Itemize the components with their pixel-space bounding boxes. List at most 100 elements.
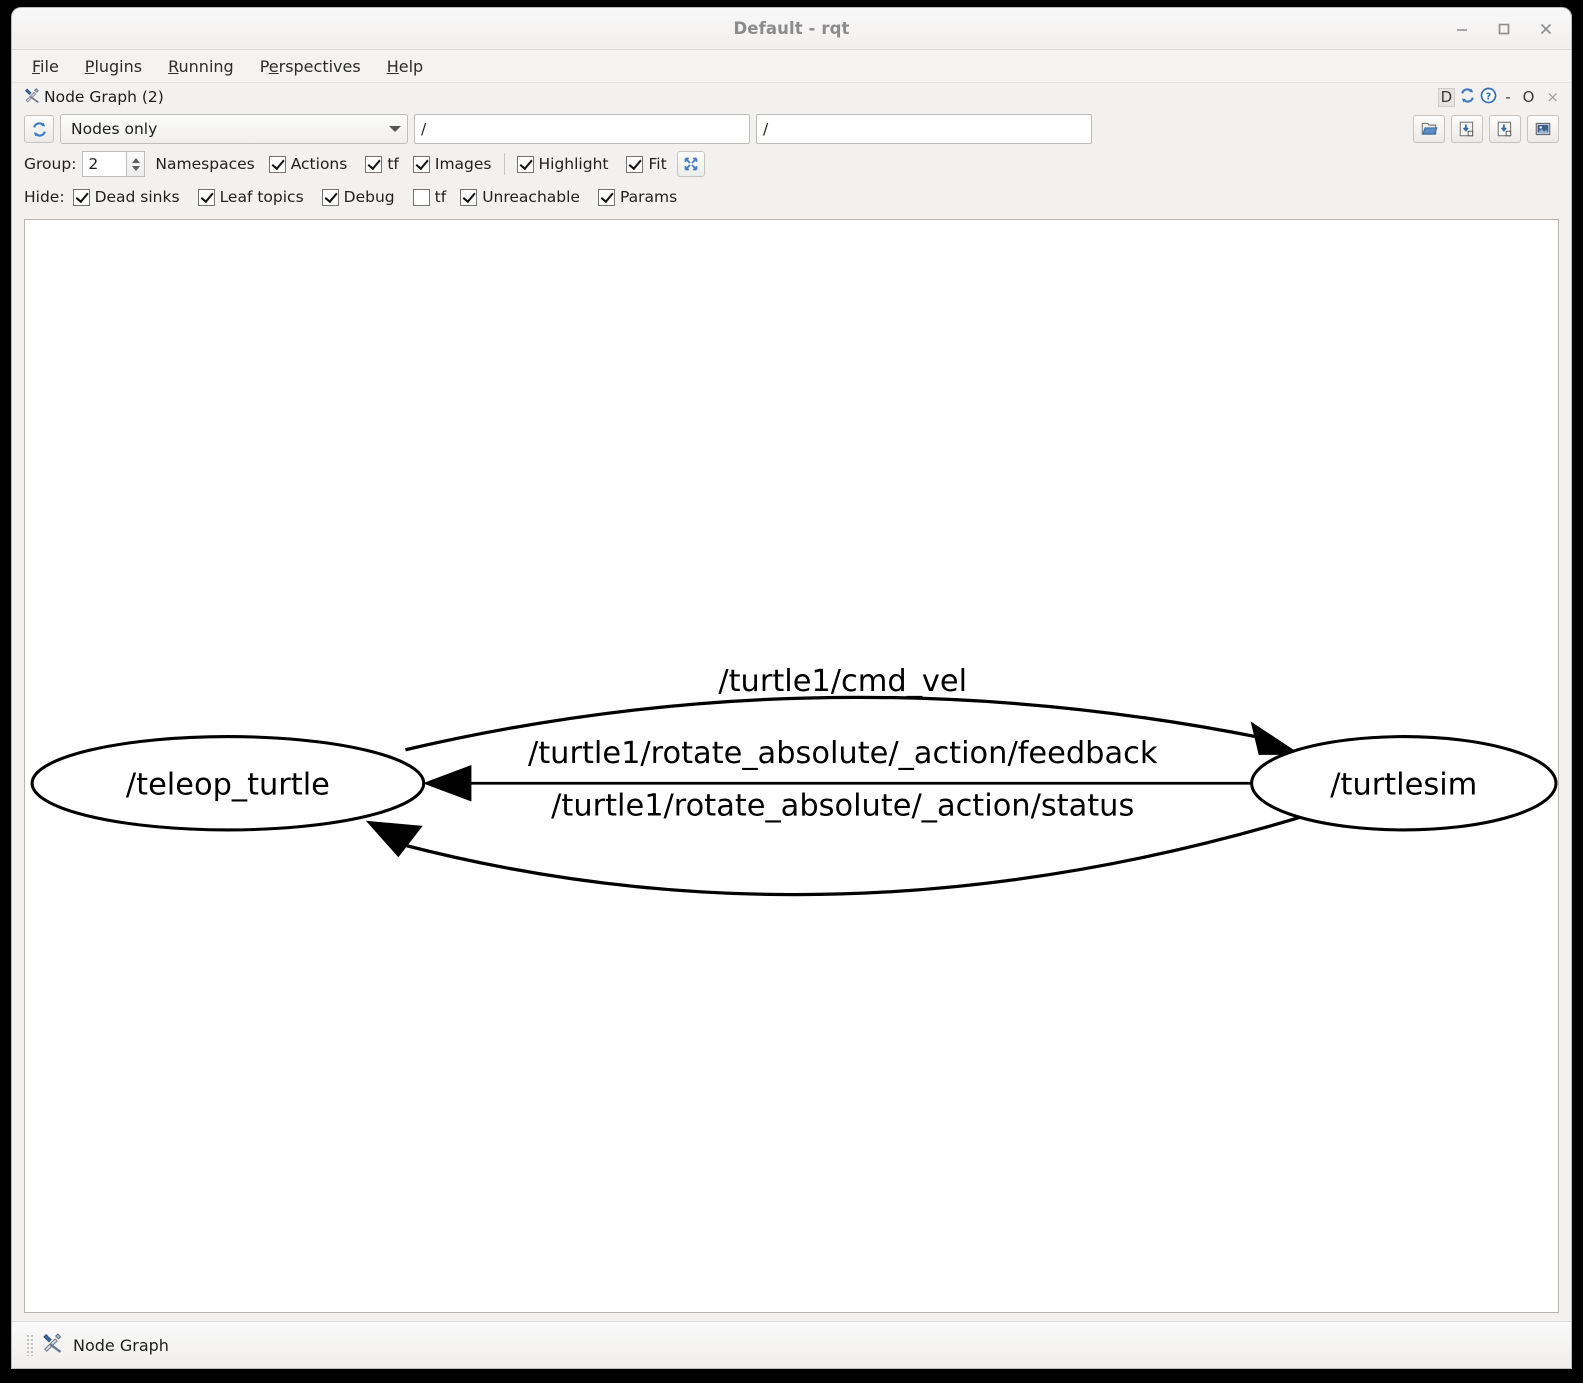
close-button[interactable] <box>1535 18 1557 40</box>
statusbar-text: Node Graph <box>73 1335 169 1355</box>
hide-tf-label: tf <box>434 188 447 206</box>
dock-title: Node Graph (2) <box>44 88 164 106</box>
spinner-down-icon[interactable] <box>131 165 140 171</box>
tf-checkbox[interactable]: tf <box>365 155 399 173</box>
menu-running-rest: unning <box>178 56 234 76</box>
edge-status-arrowhead <box>365 820 423 858</box>
namespace-filter-input[interactable]: / <box>414 114 750 144</box>
menu-help-rest: elp <box>398 56 424 76</box>
group-label: Group: <box>24 155 77 173</box>
fit-checkbox-label: Fit <box>648 155 667 173</box>
toolbar-separator <box>503 153 505 175</box>
hide-leaf-topics-checkbox-box[interactable] <box>197 188 215 206</box>
save-dot-icon[interactable] <box>1451 115 1483 143</box>
dock-close-button[interactable]: × <box>1542 88 1563 106</box>
images-checkbox-box[interactable] <box>412 155 430 173</box>
graph-type-value: Nodes only <box>71 120 158 138</box>
topic-filter-input[interactable]: / <box>756 114 1092 144</box>
images-checkbox-label: Images <box>434 155 492 173</box>
group-spinbox[interactable]: 2 <box>82 151 128 177</box>
hide-leaf-topics-checkbox[interactable]: Leaf topics <box>197 188 304 206</box>
menu-help[interactable]: Help <box>385 55 425 78</box>
edge-feedback-arrowhead <box>422 764 472 802</box>
hide-debug-label: Debug <box>343 188 395 206</box>
tf-checkbox-box[interactable] <box>365 155 383 173</box>
menu-plugins-rest: lugins <box>94 56 143 76</box>
window-titlebar: Default - rqt <box>12 8 1571 50</box>
actions-checkbox-label: Actions <box>290 155 348 173</box>
save-svg-icon[interactable] <box>1489 115 1521 143</box>
images-checkbox[interactable]: Images <box>412 155 492 173</box>
maximize-button[interactable] <box>1493 18 1515 40</box>
hide-dead-sinks-label: Dead sinks <box>94 188 180 206</box>
statusbar-grip[interactable] <box>26 1334 33 1356</box>
menu-file[interactable]: File <box>30 55 61 78</box>
namespace-filter-value: / <box>421 120 427 138</box>
hide-tf-checkbox-box[interactable] <box>412 188 430 206</box>
hide-unreachable-checkbox-box[interactable] <box>460 188 478 206</box>
menu-perspectives-rest: rspectives <box>278 56 361 76</box>
dock-float-button[interactable]: D <box>1437 87 1456 107</box>
graph-svg: /turtle1/cmd_vel /turtle1/rotate_absolut… <box>30 664 1558 897</box>
actions-checkbox-box[interactable] <box>268 155 286 173</box>
chevron-down-icon <box>389 126 401 132</box>
edge-status-label: /turtle1/rotate_absolute/_action/status <box>551 789 1134 824</box>
statusbar: Node Graph <box>12 1321 1571 1368</box>
topic-filter-value: / <box>763 120 769 138</box>
node-graph-canvas[interactable]: /turtle1/cmd_vel /turtle1/rotate_absolut… <box>24 219 1559 1313</box>
menu-perspectives[interactable]: Perspectives <box>258 55 363 78</box>
edge-status: /turtle1/rotate_absolute/_action/status <box>365 789 1306 897</box>
graph-node-teleop-turtle-label: /teleop_turtle <box>126 767 330 802</box>
window-controls <box>1451 8 1557 49</box>
hide-tf-checkbox[interactable]: tf <box>412 188 447 206</box>
save-image-icon[interactable] <box>1527 115 1559 143</box>
highlight-checkbox-label: Highlight <box>538 155 609 173</box>
edge-status-path <box>399 814 1306 897</box>
hide-dead-sinks-checkbox-box[interactable] <box>72 188 90 206</box>
menu-file-rest: ile <box>40 56 59 76</box>
fit-checkbox[interactable]: Fit <box>626 155 667 173</box>
highlight-checkbox-box[interactable] <box>516 155 534 173</box>
graph-node-turtlesim[interactable]: /turtlesim <box>1250 735 1558 832</box>
reload-icon[interactable] <box>1459 87 1476 108</box>
edge-cmd-vel-label: /turtle1/cmd_vel <box>718 664 967 699</box>
wrench-screwdriver-icon <box>42 1332 64 1358</box>
group-value: 2 <box>88 155 99 173</box>
screen-root: Default - rqt File Plugins Running Persp… <box>0 0 1583 1383</box>
hide-unreachable-checkbox[interactable]: Unreachable <box>460 188 580 206</box>
fit-checkbox-box[interactable] <box>626 155 644 173</box>
hide-leaf-topics-label: Leaf topics <box>219 188 304 206</box>
edge-feedback-label: /turtle1/rotate_absolute/_action/feedbac… <box>528 736 1158 771</box>
namespaces-label: Namespaces <box>155 155 255 173</box>
hide-params-label: Params <box>619 188 678 206</box>
graph-node-teleop-turtle[interactable]: /teleop_turtle <box>30 735 426 832</box>
hide-dead-sinks-checkbox[interactable]: Dead sinks <box>72 188 180 206</box>
node-graph-dock: Node Graph (2) D ? - O × Nodes only / / … <box>12 83 1571 1321</box>
hide-params-checkbox[interactable]: Params <box>597 188 678 206</box>
graph-toolbar-row: Nodes only / / <box>12 111 1571 147</box>
wrench-screwdriver-icon <box>24 87 41 108</box>
refresh-button[interactable] <box>24 115 54 143</box>
dock-minimize-button[interactable]: - <box>1501 88 1514 106</box>
svg-text:?: ? <box>1486 91 1492 102</box>
help-icon[interactable]: ? <box>1480 87 1497 108</box>
highlight-checkbox[interactable]: Highlight <box>516 155 609 173</box>
dock-undock-button[interactable]: O <box>1519 88 1539 106</box>
export-buttons-group <box>1413 115 1559 143</box>
actions-checkbox[interactable]: Actions <box>268 155 348 173</box>
tf-checkbox-label: tf <box>387 155 399 173</box>
spinner-up-icon[interactable] <box>131 157 140 163</box>
graph-node-turtlesim-label: /turtlesim <box>1330 767 1477 802</box>
graph-type-combobox[interactable]: Nodes only <box>60 114 408 144</box>
fit-in-view-icon[interactable] <box>676 151 705 177</box>
minimize-button[interactable] <box>1451 18 1473 40</box>
hide-debug-checkbox-box[interactable] <box>321 188 339 206</box>
hide-params-checkbox-box[interactable] <box>597 188 615 206</box>
menu-running[interactable]: Running <box>166 55 236 78</box>
hide-debug-checkbox[interactable]: Debug <box>321 188 395 206</box>
group-spinner-arrows[interactable] <box>127 151 146 177</box>
graph-hide-row: Hide: Dead sinks Leaf topics Debug tf Un… <box>12 181 1571 213</box>
graph-options-row: Group: 2 Namespaces Actions tf Images Hi… <box>12 147 1571 181</box>
menu-plugins[interactable]: Plugins <box>83 55 144 78</box>
folder-open-icon[interactable] <box>1413 115 1445 143</box>
